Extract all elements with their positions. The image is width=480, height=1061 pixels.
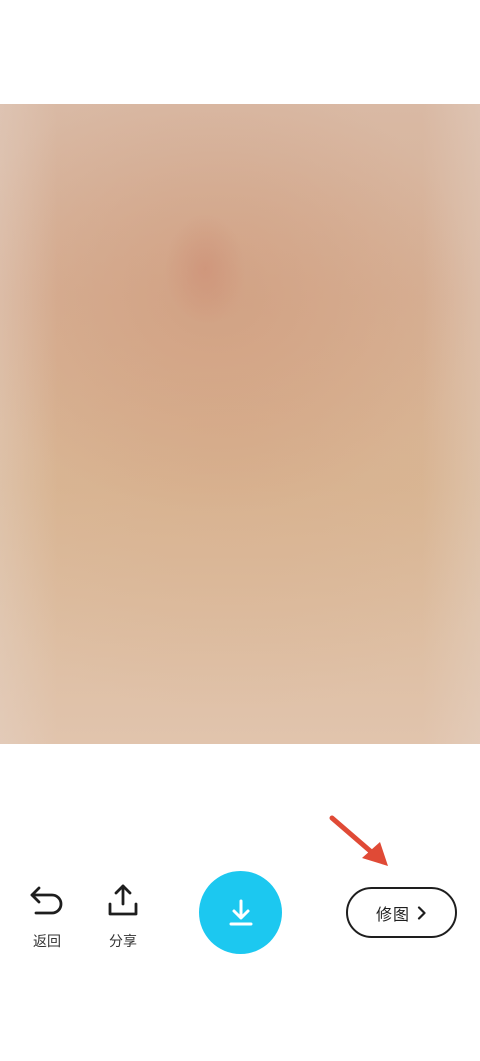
share-label: 分享 [109, 934, 137, 950]
back-button[interactable]: 返回 [17, 880, 77, 950]
photo-preview [0, 104, 480, 744]
edit-photo-button[interactable]: 修图 [346, 887, 457, 938]
top-blank-area [0, 0, 480, 104]
download-button[interactable] [199, 871, 282, 954]
red-pointer-arrow-icon [329, 815, 388, 866]
undo-arrow-icon [30, 886, 63, 915]
share-button[interactable]: 分享 [93, 880, 153, 950]
share-upload-icon [108, 884, 138, 916]
bottom-action-bar: 返回 分享 修图 [0, 744, 480, 1061]
edit-photo-label: 修图 [375, 904, 410, 924]
back-label: 返回 [33, 934, 61, 950]
download-icon [229, 899, 252, 925]
chevron-right-icon [417, 905, 426, 920]
